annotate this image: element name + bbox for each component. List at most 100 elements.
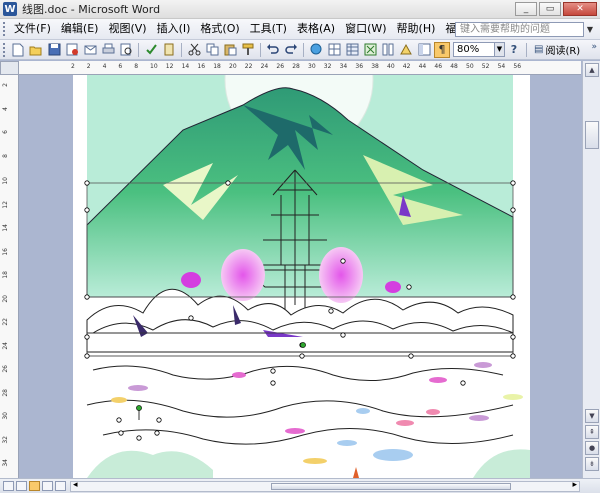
menu-table[interactable]: 表格(A) bbox=[292, 19, 340, 39]
scroll-down-button[interactable]: ▼ bbox=[585, 409, 599, 423]
flame-mark bbox=[353, 467, 359, 478]
ruler-tick-label: 22 bbox=[2, 318, 9, 326]
paste-icon[interactable] bbox=[222, 42, 238, 58]
previous-page-button[interactable]: ⇞ bbox=[585, 425, 599, 439]
print-preview-icon[interactable] bbox=[118, 42, 134, 58]
horizontal-scroll-thumb[interactable] bbox=[271, 483, 511, 490]
help-icon[interactable]: ? bbox=[506, 42, 522, 58]
ruler-tick-label: 12 bbox=[2, 200, 9, 209]
undo-icon[interactable] bbox=[265, 42, 281, 58]
close-button[interactable]: ✕ bbox=[563, 2, 597, 16]
ruler-tick-label: 44 bbox=[418, 63, 427, 70]
toolbar-separator bbox=[181, 42, 182, 57]
vertical-ruler[interactable]: 2 4 6 8 10 12 14 16 18 20 22 24 26 28 30 32 34 bbox=[0, 75, 19, 478]
help-dropdown-icon[interactable]: ▼ bbox=[584, 22, 596, 37]
ruler-tick-label: 20 bbox=[229, 63, 237, 70]
help-question-input[interactable]: 键入需要帮助的问题 bbox=[455, 22, 584, 37]
menu-help[interactable]: 帮助(H) bbox=[392, 19, 441, 39]
show-hide-icon[interactable]: ¶ bbox=[434, 41, 450, 58]
toolbar-grip-icon[interactable] bbox=[3, 42, 6, 57]
spelling-icon[interactable] bbox=[143, 42, 159, 58]
next-page-button[interactable]: ⇟ bbox=[585, 457, 599, 471]
tables-borders-icon[interactable] bbox=[326, 42, 342, 58]
outline-view-icon[interactable] bbox=[42, 481, 53, 491]
scroll-left-icon[interactable]: ◂ bbox=[73, 480, 78, 490]
print-icon[interactable] bbox=[100, 42, 116, 58]
select-browse-object-button[interactable]: ● bbox=[585, 441, 599, 455]
ruler-tick-label: 40 bbox=[387, 63, 395, 70]
save-icon[interactable] bbox=[46, 42, 62, 58]
normal-view-icon[interactable] bbox=[3, 481, 14, 491]
menu-file[interactable]: 文件(F) bbox=[9, 19, 56, 39]
insert-excel-icon[interactable] bbox=[362, 42, 378, 58]
reading-layout-view-icon[interactable] bbox=[55, 481, 66, 491]
zoom-dropdown-icon[interactable]: ▼ bbox=[495, 42, 505, 57]
ruler-tick-label: 26 bbox=[2, 365, 9, 373]
ruler-tick-label: 48 bbox=[450, 63, 458, 70]
blossom-right bbox=[319, 247, 363, 303]
pebble bbox=[503, 394, 523, 400]
ruler-tick-label: 10 bbox=[150, 63, 158, 70]
copy-icon[interactable] bbox=[204, 42, 220, 58]
web-layout-view-icon[interactable] bbox=[16, 481, 27, 491]
ruler-tick-label: 34 bbox=[2, 459, 9, 467]
vertical-scrollbar[interactable]: ▲ ▼ ⇞ ● ⇟ bbox=[582, 61, 600, 478]
menu-insert[interactable]: 插入(I) bbox=[152, 19, 196, 39]
window-controls: _ ▭ ✕ bbox=[515, 2, 597, 16]
ruler-tick-label: 30 bbox=[2, 412, 9, 420]
horizontal-ruler[interactable]: 2 2 4 6 8 10 12 14 16 18 20 22 24 26 28 30 32 34 36 38 40 42 4… bbox=[19, 61, 581, 75]
landscape-drawing[interactable] bbox=[73, 75, 530, 478]
menu-grip-icon[interactable] bbox=[3, 22, 6, 36]
ruler-tick-label: 12 bbox=[165, 63, 174, 70]
ruler-tick-label: 22 bbox=[244, 63, 253, 70]
read-mode-button[interactable]: ▤ 阅读(R) bbox=[530, 42, 584, 58]
ruler-tick-label: 46 bbox=[434, 63, 443, 70]
ruler-tick-label: 52 bbox=[481, 63, 490, 70]
drawing-icon[interactable] bbox=[398, 42, 414, 58]
menu-window[interactable]: 窗口(W) bbox=[340, 19, 391, 39]
scroll-up-button[interactable]: ▲ bbox=[585, 63, 599, 77]
format-painter-icon[interactable] bbox=[240, 42, 256, 58]
standard-toolbar: ¶ 80% ▼ ? ▤ 阅读(R) » bbox=[0, 40, 600, 60]
ruler-tick-label: 28 bbox=[2, 388, 9, 397]
read-mode-icon: ▤ bbox=[534, 44, 544, 55]
document-page[interactable] bbox=[73, 75, 530, 478]
title-bar: W 线图.doc - Microsoft Word _ ▭ ✕ bbox=[0, 0, 600, 19]
scroll-right-icon[interactable]: ▸ bbox=[572, 480, 577, 490]
menu-edit[interactable]: 编辑(E) bbox=[56, 19, 104, 39]
scroll-thumb[interactable] bbox=[585, 121, 599, 149]
open-folder-icon[interactable] bbox=[28, 42, 44, 58]
ruler-tick-label: 2 bbox=[86, 63, 91, 70]
minimize-button[interactable]: _ bbox=[515, 2, 537, 16]
research-icon[interactable] bbox=[161, 42, 177, 58]
menu-format[interactable]: 格式(O) bbox=[195, 19, 244, 39]
ruler-tick-label: 16 bbox=[2, 247, 9, 256]
email-icon[interactable] bbox=[82, 42, 98, 58]
menu-tools[interactable]: 工具(T) bbox=[245, 19, 292, 39]
pebble bbox=[469, 415, 489, 421]
toolbar-overflow-icon[interactable]: » bbox=[591, 42, 597, 52]
ruler-tick-label: 36 bbox=[355, 63, 364, 70]
pebble bbox=[396, 420, 414, 426]
redo-icon[interactable] bbox=[283, 42, 299, 58]
menu-view[interactable]: 视图(V) bbox=[103, 19, 151, 39]
blossom-small bbox=[385, 281, 401, 293]
ruler-tab-selector[interactable] bbox=[0, 61, 19, 75]
document-map-icon[interactable] bbox=[416, 42, 432, 58]
pebble bbox=[337, 440, 357, 446]
restore-button[interactable]: ▭ bbox=[539, 2, 561, 16]
horizontal-scrollbar[interactable]: ◂ ▸ bbox=[70, 480, 580, 492]
blossom-left bbox=[221, 249, 265, 301]
cut-icon[interactable] bbox=[186, 42, 202, 58]
word-app-icon[interactable]: W bbox=[3, 2, 17, 16]
hyperlink-icon[interactable] bbox=[308, 42, 324, 58]
permission-icon[interactable] bbox=[64, 42, 80, 58]
zoom-input[interactable]: 80% bbox=[453, 42, 495, 57]
print-layout-view-icon[interactable] bbox=[29, 481, 40, 491]
columns-icon[interactable] bbox=[380, 42, 396, 58]
insert-table-icon[interactable] bbox=[344, 42, 360, 58]
new-document-icon[interactable] bbox=[10, 42, 26, 58]
ruler-tick-label: 4 bbox=[102, 63, 107, 70]
menu-bar: 文件(F) 编辑(E) 视图(V) 插入(I) 格式(O) 工具(T) 表格(A… bbox=[0, 19, 600, 40]
water-lines bbox=[86, 399, 514, 418]
